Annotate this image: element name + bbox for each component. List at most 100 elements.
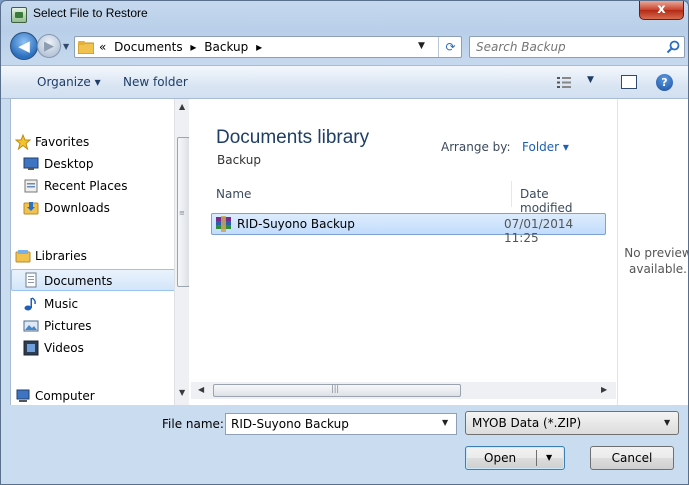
scroll-up-arrow-icon[interactable]: ▲ (179, 102, 185, 111)
scroll-down-arrow-icon[interactable]: ▼ (179, 388, 185, 397)
file-name: RID-Suyono Backup (237, 217, 355, 231)
views-icon[interactable] (557, 77, 571, 88)
nav-desktop-label: Desktop (44, 157, 94, 171)
nav-computer-label: Computer (35, 389, 95, 403)
file-row[interactable]: RID-Suyono Backup 07/01/2014 11:25 (211, 213, 606, 245)
nav-libraries-label: Libraries (35, 249, 87, 263)
nav-vertical-scrollbar[interactable]: ▲ ≡ ▼ (174, 99, 189, 405)
open-split-divider (536, 450, 537, 466)
nav-documents-label: Documents (44, 274, 113, 288)
main-area: Favorites Desktop Recent Places Download… (10, 99, 689, 405)
forward-button[interactable]: ▶ (37, 34, 61, 58)
nav-recent-places[interactable]: Recent Places (11, 175, 176, 197)
documents-icon (25, 272, 37, 288)
horizontal-scroll-thumb[interactable]: ||| (213, 384, 461, 397)
breadcrumb: « Documents ▸ Backup ▸ (99, 40, 266, 54)
file-name-dropdown-arrow[interactable]: ▼ (442, 418, 448, 427)
views-dropdown-arrow[interactable]: ▼ (587, 75, 594, 85)
preview-pane-icon[interactable] (621, 75, 637, 89)
nav-videos-label: Videos (44, 341, 84, 355)
dialog-app-icon (11, 7, 27, 23)
nav-documents[interactable]: Documents (11, 269, 176, 291)
cancel-button[interactable]: Cancel (590, 446, 674, 470)
preview-message: No preview available. (618, 245, 689, 277)
nav-desktop[interactable]: Desktop (11, 153, 176, 175)
open-split-arrow-icon[interactable]: ▼ (546, 447, 552, 469)
title-bar: Select File to Restore x (1, 1, 688, 29)
new-folder-button[interactable]: New folder (123, 75, 188, 89)
recent-places-icon (24, 179, 38, 193)
horizontal-scrollbar[interactable]: ◀ ||| ▶ (191, 382, 616, 399)
file-dialog-window: Select File to Restore x ◀ ▶ ▼ « Documen… (0, 0, 689, 485)
nav-pictures-label: Pictures (44, 319, 92, 333)
scroll-left-arrow-icon[interactable]: ◀ (198, 385, 204, 394)
command-toolbar: Organize ▾ New folder ▼ ? (1, 65, 688, 99)
music-icon (24, 297, 36, 311)
nav-libraries[interactable]: Libraries (11, 245, 176, 267)
preview-line-2: available. (629, 262, 687, 276)
nav-downloads[interactable]: Downloads (11, 197, 176, 219)
file-type-value: MYOB Data (*.ZIP) (472, 416, 582, 430)
forward-arrow-icon: ▶ (44, 38, 54, 54)
computer-icon (16, 389, 30, 402)
arrange-by-dropdown[interactable]: Folder ▾ (522, 140, 569, 154)
libraries-icon (15, 250, 31, 263)
help-icon[interactable]: ? (656, 74, 673, 91)
star-icon (15, 134, 31, 150)
refresh-icon[interactable]: ⟳ (438, 37, 462, 57)
file-date-modified: 07/01/2014 11:25 (504, 217, 574, 245)
open-button-label: Open (484, 451, 517, 465)
scroll-grip-icon: ||| (331, 384, 340, 393)
library-title: Documents library (216, 127, 370, 148)
dialog-footer: File name: ▼ MYOB Data (*.ZIP) ▼ Open ▼ … (1, 405, 688, 484)
breadcrumb-separator[interactable]: ▸ (190, 40, 196, 54)
window-title: Select File to Restore (33, 6, 148, 20)
file-type-select[interactable]: MYOB Data (*.ZIP) ▼ (465, 411, 679, 435)
search-icon[interactable] (666, 40, 680, 54)
column-divider[interactable] (511, 181, 512, 207)
nav-music-label: Music (44, 297, 79, 311)
address-dropdown-arrow[interactable]: ▼ (418, 41, 425, 51)
preview-pane: No preview available. (617, 99, 689, 405)
column-header-row: Name Date modified (206, 181, 601, 215)
search-input[interactable] (474, 39, 654, 55)
open-button[interactable]: Open ▼ (465, 446, 565, 470)
file-type-dropdown-arrow[interactable]: ▼ (664, 418, 670, 427)
winrar-archive-icon (216, 216, 231, 232)
file-name-label: File name: (162, 417, 224, 431)
pictures-icon (23, 320, 39, 332)
search-box[interactable] (469, 36, 685, 58)
file-list-pane: Documents library Backup Arrange by: Fol… (191, 99, 616, 405)
nav-computer[interactable]: Computer (11, 385, 176, 405)
file-name-combobox[interactable]: ▼ (225, 413, 457, 435)
address-row: ◀ ▶ ▼ « Documents ▸ Backup ▸ ▼ ⟳ (1, 29, 688, 65)
recent-locations-dropdown[interactable]: ▼ (63, 42, 69, 51)
address-bar[interactable]: « Documents ▸ Backup ▸ ▼ ⟳ (74, 36, 462, 58)
column-name-header[interactable]: Name (216, 187, 251, 201)
nav-music[interactable]: Music (11, 293, 176, 315)
back-arrow-icon: ◀ (18, 37, 30, 55)
videos-icon (23, 340, 39, 356)
nav-pictures[interactable]: Pictures (11, 315, 176, 337)
nav-videos[interactable]: Videos (11, 337, 176, 359)
back-button[interactable]: ◀ (10, 32, 38, 60)
nav-favorites[interactable]: Favorites (11, 131, 176, 153)
nav-recent-places-label: Recent Places (44, 179, 128, 193)
breadcrumb-overflow[interactable]: « (99, 40, 106, 54)
navigation-pane: Favorites Desktop Recent Places Download… (11, 99, 189, 405)
breadcrumb-documents[interactable]: Documents (114, 40, 182, 54)
arrange-by-label: Arrange by: (441, 140, 511, 154)
preview-line-1: No preview (624, 246, 689, 260)
breadcrumb-separator[interactable]: ▸ (256, 40, 262, 54)
scroll-right-arrow-icon[interactable]: ▶ (601, 385, 607, 394)
close-button[interactable]: x (639, 1, 684, 20)
organize-menu[interactable]: Organize ▾ (37, 75, 101, 89)
file-name-input[interactable] (229, 416, 429, 432)
column-date-header[interactable]: Date modified (520, 187, 601, 215)
breadcrumb-backup[interactable]: Backup (204, 40, 248, 54)
scroll-grip-icon: ≡ (179, 209, 185, 217)
library-subtitle: Backup (217, 153, 261, 167)
downloads-icon (23, 202, 39, 215)
nav-favorites-label: Favorites (35, 135, 90, 149)
desktop-icon (23, 157, 39, 170)
